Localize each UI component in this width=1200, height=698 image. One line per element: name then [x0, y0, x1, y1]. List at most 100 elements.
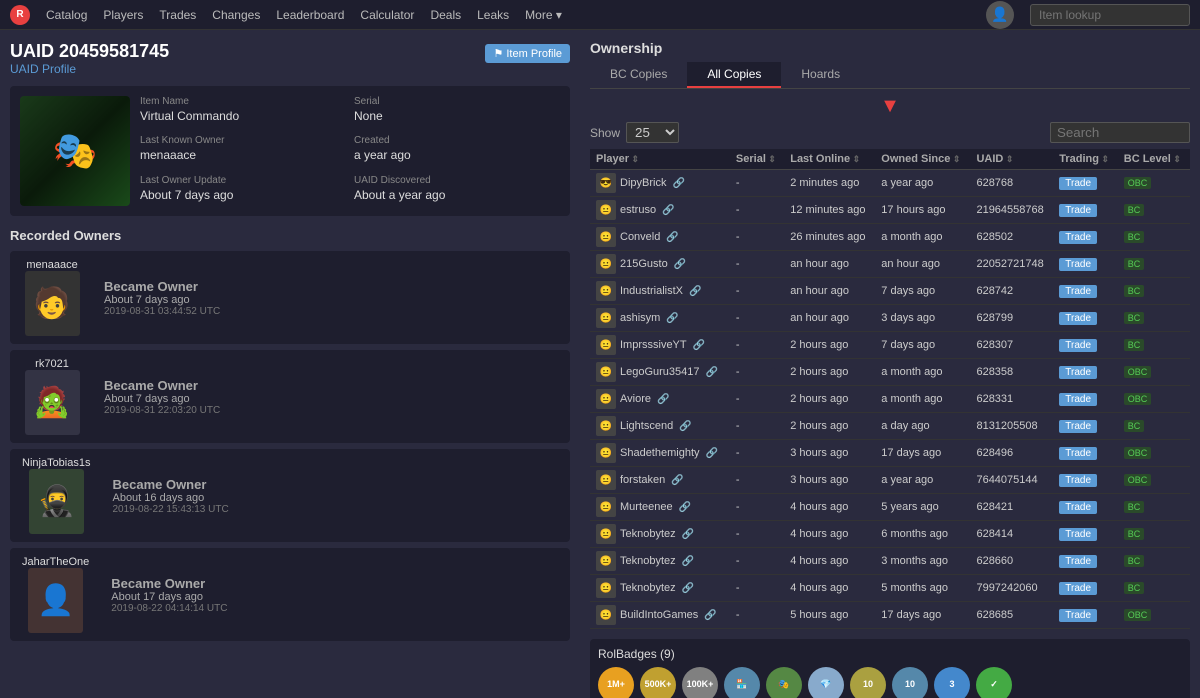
player-link-icon[interactable]: 🔗	[679, 502, 691, 513]
player-name[interactable]: 215Gusto	[620, 258, 668, 270]
player-name[interactable]: Conveld	[620, 231, 660, 243]
player-name[interactable]: Shadethemighty	[620, 447, 700, 459]
item-lastupdate-group: Last Owner Update About 7 days ago	[140, 175, 346, 206]
col-owned-since[interactable]: Owned Since	[875, 149, 970, 170]
badge-item[interactable]: 3	[934, 667, 970, 698]
col-bc-level[interactable]: BC Level	[1118, 149, 1190, 170]
player-link-icon[interactable]: 🔗	[693, 340, 705, 351]
owned-since-cell: 17 days ago	[875, 602, 970, 629]
serial-cell: -	[730, 494, 784, 521]
col-last-online[interactable]: Last Online	[784, 149, 875, 170]
col-player[interactable]: Player	[590, 149, 730, 170]
badge-item[interactable]: 🎭	[766, 667, 802, 698]
trade-button[interactable]: Trade	[1059, 231, 1097, 244]
tab-hoards[interactable]: Hoards	[781, 62, 860, 88]
trade-button[interactable]: Trade	[1059, 501, 1097, 514]
player-link-icon[interactable]: 🔗	[689, 286, 701, 297]
player-name[interactable]: Murteenee	[620, 501, 673, 513]
show-select[interactable]: 2550100	[626, 122, 679, 143]
trade-button[interactable]: Trade	[1059, 528, 1097, 541]
bc-badge: BC	[1124, 501, 1145, 513]
player-link-icon[interactable]: 🔗	[662, 205, 674, 216]
player-name[interactable]: IndustrialistX	[620, 285, 683, 297]
trade-button[interactable]: Trade	[1059, 258, 1097, 271]
trade-button[interactable]: Trade	[1059, 609, 1097, 622]
player-link-icon[interactable]: 🔗	[704, 610, 716, 621]
uaid-title: UAID 20459581745	[10, 41, 169, 62]
trade-button[interactable]: Trade	[1059, 447, 1097, 460]
nav-catalog[interactable]: Catalog	[46, 8, 87, 22]
player-name[interactable]: Teknobytez	[620, 582, 676, 594]
player-link-icon[interactable]: 🔗	[682, 556, 694, 567]
last-online-cell: 12 minutes ago	[784, 197, 875, 224]
uaid-cell: 628502	[970, 224, 1053, 251]
trading-cell: Trade	[1053, 575, 1118, 602]
trade-button[interactable]: Trade	[1059, 339, 1097, 352]
player-link-icon[interactable]: 🔗	[666, 232, 678, 243]
trade-button[interactable]: Trade	[1059, 474, 1097, 487]
player-link-icon[interactable]: 🔗	[682, 529, 694, 540]
trade-button[interactable]: Trade	[1059, 366, 1097, 379]
player-name[interactable]: Teknobytez	[620, 528, 676, 540]
player-name[interactable]: Teknobytez	[620, 555, 676, 567]
trade-button[interactable]: Trade	[1059, 177, 1097, 190]
tab-all-copies[interactable]: All Copies	[687, 62, 781, 88]
player-link-icon[interactable]: 🔗	[674, 259, 686, 270]
player-link-icon[interactable]: 🔗	[679, 421, 691, 432]
badge-item[interactable]: 🏪	[724, 667, 760, 698]
player-link-icon[interactable]: 🔗	[671, 475, 683, 486]
badge-item[interactable]: 500K+	[640, 667, 676, 698]
trade-button[interactable]: Trade	[1059, 285, 1097, 298]
item-profile-button[interactable]: ⚑ Item Profile	[485, 44, 570, 63]
player-name[interactable]: estruso	[620, 204, 656, 216]
trade-button[interactable]: Trade	[1059, 204, 1097, 217]
trade-button[interactable]: Trade	[1059, 582, 1097, 595]
player-link-icon[interactable]: 🔗	[706, 448, 718, 459]
col-trading[interactable]: Trading	[1053, 149, 1118, 170]
player-name[interactable]: DipyBrick	[620, 177, 666, 189]
uaid-link[interactable]: UAID Profile	[10, 62, 169, 76]
trade-button[interactable]: Trade	[1059, 420, 1097, 433]
owned-since-cell: an hour ago	[875, 251, 970, 278]
player-name[interactable]: Lightscend	[620, 420, 673, 432]
nav-changes[interactable]: Changes	[212, 8, 260, 22]
player-name[interactable]: BuildIntoGames	[620, 609, 698, 621]
trade-button[interactable]: Trade	[1059, 555, 1097, 568]
nav-more[interactable]: More ▾	[525, 8, 562, 22]
player-link-icon[interactable]: 🔗	[706, 367, 718, 378]
nav-calculator[interactable]: Calculator	[360, 8, 414, 22]
player-link-icon[interactable]: 🔗	[666, 313, 678, 324]
badge-item[interactable]: 10	[892, 667, 928, 698]
nav-leaderboard[interactable]: Leaderboard	[276, 8, 344, 22]
nav-leaks[interactable]: Leaks	[477, 8, 509, 22]
player-name[interactable]: forstaken	[620, 474, 665, 486]
badge-item[interactable]: 1M+	[598, 667, 634, 698]
col-serial[interactable]: Serial	[730, 149, 784, 170]
player-name[interactable]: ImprsssiveYT	[620, 339, 687, 351]
badge-item[interactable]: ✓	[976, 667, 1012, 698]
badge-item[interactable]: 100K+	[682, 667, 718, 698]
user-avatar[interactable]: 👤	[986, 1, 1014, 29]
bc-level-cell: BC	[1118, 305, 1190, 332]
owned-since-cell: 17 hours ago	[875, 197, 970, 224]
player-link-icon[interactable]: 🔗	[682, 583, 694, 594]
badge-item[interactable]: 10	[850, 667, 886, 698]
nav-players[interactable]: Players	[103, 8, 143, 22]
player-name[interactable]: Aviore	[620, 393, 651, 405]
owner-time: About 7 days ago	[104, 393, 558, 405]
player-name[interactable]: LegoGuru35417	[620, 366, 700, 378]
player-link-icon[interactable]: 🔗	[657, 394, 669, 405]
badge-item[interactable]: 💎	[808, 667, 844, 698]
bc-badge: OBC	[1124, 474, 1152, 486]
trade-button[interactable]: Trade	[1059, 393, 1097, 406]
item-lookup-input[interactable]	[1030, 4, 1190, 26]
nav-deals[interactable]: Deals	[430, 8, 461, 22]
tab-bc-copies[interactable]: BC Copies	[590, 62, 687, 88]
owned-since-cell: a year ago	[875, 467, 970, 494]
search-input[interactable]	[1050, 122, 1190, 143]
player-name[interactable]: ashisym	[620, 312, 660, 324]
player-link-icon[interactable]: 🔗	[672, 178, 684, 189]
nav-trades[interactable]: Trades	[159, 8, 196, 22]
trade-button[interactable]: Trade	[1059, 312, 1097, 325]
col-uaid[interactable]: UAID	[970, 149, 1053, 170]
